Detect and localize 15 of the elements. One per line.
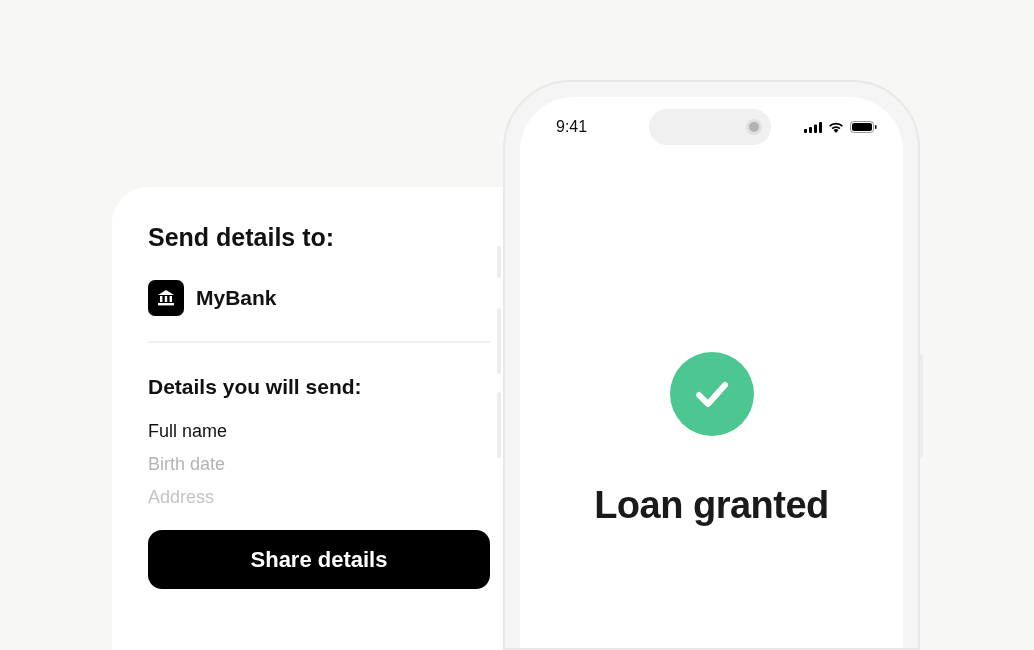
checkmark-icon <box>668 351 755 437</box>
detail-item: Address <box>148 487 216 508</box>
wifi-icon <box>828 121 844 133</box>
battery-icon <box>850 121 877 133</box>
status-time: 9:41 <box>556 118 589 136</box>
camera-icon <box>746 119 762 135</box>
card-title: Send details to: <box>148 223 336 252</box>
detail-item: Birth date <box>148 454 227 475</box>
recipient-name: MyBank <box>196 286 277 310</box>
detail-item: Full name <box>148 421 229 442</box>
status-message: Loan granted <box>594 484 829 527</box>
share-button[interactable]: Share details <box>148 530 490 589</box>
bank-icon <box>148 280 184 316</box>
section-heading: Details you will send: <box>148 375 363 399</box>
signal-icon <box>804 121 822 133</box>
